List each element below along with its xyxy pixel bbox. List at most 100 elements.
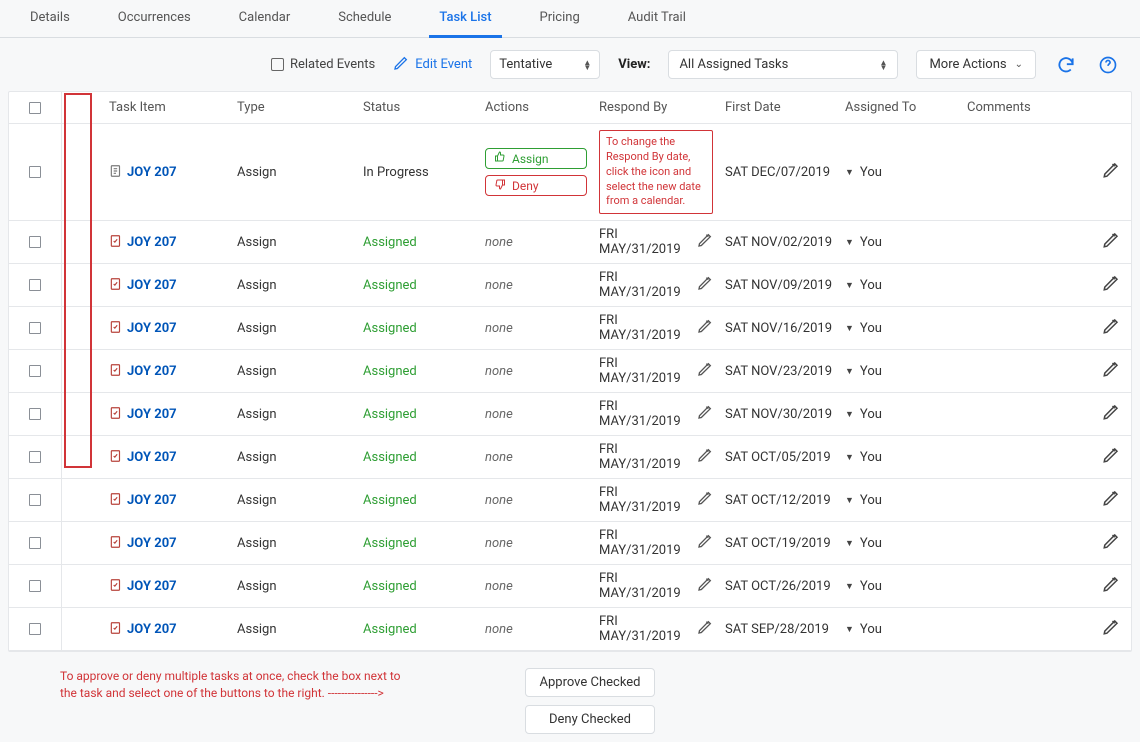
respond-edit-button[interactable] [697,232,713,252]
task-item-cell: JOY 207 [103,264,231,307]
actions-none: none [485,450,513,465]
respond-edit-button[interactable] [697,361,713,381]
respond-edit-button[interactable] [697,275,713,295]
assigned-dropdown[interactable]: ▼You [845,536,955,551]
approve-checked-button[interactable]: Approve Checked [525,668,655,697]
edit-event-button[interactable]: Edit Event [393,55,472,75]
task-item-cell: JOY 207 [103,124,231,221]
respond-edit-button[interactable] [697,490,713,510]
comments-cell [961,393,1091,436]
assigned-dropdown[interactable]: ▼You [845,407,955,422]
row-checkbox[interactable] [29,279,41,291]
respond-date: FRI MAY/31/2019 [599,485,691,515]
respond-edit-button[interactable] [697,533,713,553]
assign-button[interactable]: Assign [485,148,587,169]
task-link[interactable]: JOY 207 [127,450,177,465]
row-edit-button[interactable] [1102,582,1120,597]
assigned-dropdown[interactable]: ▼You [845,579,955,594]
more-actions-button[interactable]: More Actions ⌄ [916,50,1036,79]
respond-edit-button[interactable] [697,318,713,338]
task-link[interactable]: JOY 207 [127,235,177,250]
assigned-dropdown[interactable]: ▼ You [845,622,955,637]
task-link[interactable]: JOY 207 [127,579,177,594]
row-checkbox[interactable] [29,236,41,248]
row-checkbox[interactable] [29,537,41,549]
tab-calendar[interactable]: Calendar [229,8,301,37]
tab-audit-trail[interactable]: Audit Trail [618,8,696,37]
respond-edit-button[interactable] [697,404,713,424]
row-spacer [61,393,103,436]
task-link[interactable]: JOY 207 [127,622,177,637]
row-checkbox[interactable] [29,365,41,377]
tab-task-list[interactable]: Task List [429,8,501,38]
comments-cell [961,436,1091,479]
assigned-dropdown[interactable]: ▼You [845,450,955,465]
tab-pricing[interactable]: Pricing [530,8,590,37]
table-row: JOY 207AssignIn ProgressAssignDenyTo cha… [9,124,1131,221]
task-link[interactable]: JOY 207 [127,278,177,293]
row-checkbox[interactable] [29,166,41,178]
related-events-toggle[interactable]: Related Events [271,57,375,72]
deny-checked-button[interactable]: Deny Checked [525,705,655,734]
respond-by-cell: FRI MAY/31/2019 [593,350,719,393]
row-edit-button[interactable] [1102,496,1120,511]
row-edit-button[interactable] [1102,367,1120,382]
select-all-checkbox[interactable] [29,102,41,114]
row-edit-button[interactable] [1102,281,1120,296]
assigned-dropdown[interactable]: ▼You [845,278,955,293]
respond-date: FRI MAY/31/2019 [599,270,691,300]
row-checkbox[interactable] [29,623,41,635]
row-edit-button[interactable] [1102,238,1120,253]
task-link[interactable]: JOY 207 [127,536,177,551]
respond-edit-button[interactable] [697,619,713,639]
assigned-value: You [860,536,882,551]
respond-edit-button[interactable] [697,447,713,467]
col-status: Status [357,92,479,124]
help-button[interactable] [1096,53,1120,77]
related-events-label: Related Events [290,57,375,72]
row-checkbox[interactable] [29,322,41,334]
row-edit-button[interactable] [1102,410,1120,425]
actions-cell: none [479,221,593,264]
comments-cell [961,307,1091,350]
tab-occurrences[interactable]: Occurrences [108,8,201,37]
assigned-value: You [860,321,882,336]
row-checkbox[interactable] [29,451,41,463]
refresh-button[interactable] [1054,53,1078,77]
respond-edit-button[interactable] [697,576,713,596]
view-select[interactable]: All Assigned Tasks ▲▼ [668,50,898,79]
deny-button[interactable]: Deny [485,175,587,196]
row-checkbox[interactable] [29,580,41,592]
task-item-cell: JOY 207 [103,350,231,393]
task-link[interactable]: JOY 207 [127,321,177,336]
assigned-dropdown[interactable]: ▼You [845,321,955,336]
task-link[interactable]: JOY 207 [127,493,177,508]
assigned-dropdown[interactable]: ▼You [845,235,955,250]
row-edit-button[interactable] [1102,625,1120,640]
row-checkbox[interactable] [29,408,41,420]
first-date-cell: SAT DEC/07/2019 [719,124,839,221]
task-link[interactable]: JOY 207 [127,407,177,422]
tab-details[interactable]: Details [20,8,80,37]
respond-date: FRI MAY/31/2019 [599,442,691,472]
row-edit-button[interactable] [1102,539,1120,554]
assigned-dropdown[interactable]: ▼You [845,364,955,379]
row-edit-button[interactable] [1102,168,1120,183]
status-select[interactable]: Tentative ▲▼ [490,50,600,79]
row-checkbox[interactable] [29,494,41,506]
assigned-value: You [860,622,882,637]
row-edit-button[interactable] [1102,324,1120,339]
tab-schedule[interactable]: Schedule [328,8,401,37]
assigned-dropdown[interactable]: ▼You [845,165,955,180]
row-edit-cell [1091,565,1131,608]
actions-none: none [485,622,513,637]
row-edit-button[interactable] [1102,453,1120,468]
task-link[interactable]: JOY 207 [127,165,177,180]
row-spacer [61,522,103,565]
assigned-dropdown[interactable]: ▼You [845,493,955,508]
task-link[interactable]: JOY 207 [127,364,177,379]
respond-by-cell: To change the Respond By date, click the… [593,124,719,221]
assigned-value: You [860,235,882,250]
caret-down-icon: ▼ [845,624,854,635]
col-edit [1091,92,1131,124]
